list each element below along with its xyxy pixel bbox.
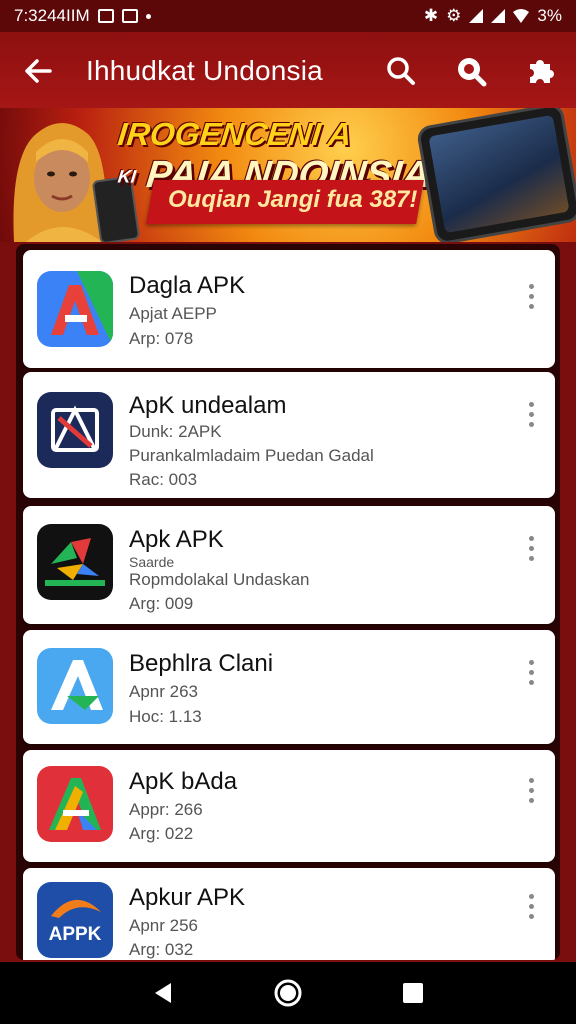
app-meta-line: Arg: 009 bbox=[129, 594, 194, 613]
status-right: ✱ ⚙ 3% bbox=[424, 6, 562, 26]
puzzle-icon bbox=[530, 60, 554, 83]
app-list: Dagla APK Apjat AEPP Arp: 078 ApK undeal… bbox=[16, 244, 560, 960]
alarm-icon: ⚙ bbox=[446, 6, 462, 25]
search-icon bbox=[387, 57, 415, 85]
signal-2-icon bbox=[491, 9, 506, 23]
wifi-icon bbox=[513, 9, 530, 23]
app-name: Apkur APK bbox=[129, 884, 246, 911]
search-filled-icon bbox=[458, 58, 487, 87]
nav-back-button[interactable] bbox=[133, 962, 193, 1024]
app-name: ApK undealam bbox=[129, 392, 287, 419]
banner-headline-prefix: KI bbox=[116, 166, 137, 187]
more-options-icon[interactable] bbox=[517, 528, 545, 568]
list-item[interactable]: APPK Apkur APK Apnr 256 Arg: 032 bbox=[23, 868, 555, 960]
status-left: 7:3244IIM bbox=[14, 6, 151, 26]
banner-phone-screen bbox=[428, 114, 570, 234]
app-icon-black-multicolor bbox=[37, 524, 113, 600]
appk-logo-text: APPK bbox=[49, 924, 102, 945]
app-meta-line: Apnr 263 bbox=[129, 682, 198, 701]
nav-home-icon bbox=[274, 979, 302, 1007]
app-meta-line: Arg: 022 bbox=[129, 824, 194, 843]
more-options-icon[interactable] bbox=[517, 886, 545, 926]
extensions-button[interactable] bbox=[506, 32, 576, 110]
list-item[interactable]: ApK bAda Appr: 266 Arg: 022 bbox=[23, 750, 555, 862]
more-options-icon[interactable] bbox=[517, 652, 545, 692]
banner-headline-1: IROGENCENI A bbox=[116, 116, 354, 152]
list-item[interactable]: Bephlra Clani Apnr 263 Hoc: 1.13 bbox=[23, 630, 555, 744]
app-meta-line: Saarde bbox=[129, 554, 175, 570]
app-name: ApK bAda bbox=[129, 768, 238, 795]
app-name: Bephlra Clani bbox=[129, 650, 274, 677]
more-options-icon[interactable] bbox=[517, 276, 545, 316]
notification-icon bbox=[97, 9, 114, 23]
nav-home-button[interactable] bbox=[258, 962, 318, 1024]
app-icon-lightblue-a bbox=[37, 648, 113, 724]
nav-recents-button[interactable] bbox=[383, 962, 443, 1024]
app-name: Dagla APK bbox=[129, 272, 246, 299]
status-bar: 7:3244IIM ✱ ⚙ 3% bbox=[0, 0, 576, 32]
image-notification-icon bbox=[121, 9, 138, 23]
app-icon-blue-red-a bbox=[37, 271, 113, 347]
app-meta-line: Dunk: 2APK bbox=[129, 422, 222, 441]
signal-icon bbox=[469, 9, 484, 23]
nav-back-icon bbox=[154, 983, 171, 1003]
status-time: 7:3244IIM bbox=[14, 6, 90, 25]
app-meta-line: Appr: 266 bbox=[129, 800, 203, 819]
banner-phone-large bbox=[415, 108, 576, 242]
nav-recents-icon bbox=[403, 983, 424, 1003]
app-icon-red-rainbow-a bbox=[37, 766, 113, 842]
list-item[interactable]: Apk APK Saarde Ropmdolakal Undaskan Arg:… bbox=[23, 506, 555, 624]
page-title: Ihhudkat Undonsia bbox=[86, 55, 323, 86]
search-button[interactable] bbox=[366, 32, 436, 110]
app-name: Apk APK bbox=[129, 526, 224, 553]
app-bar: Ihhudkat Undonsia bbox=[0, 32, 576, 110]
app-meta-line: Arg: 032 bbox=[129, 940, 194, 959]
battery-level: 3% bbox=[537, 6, 562, 25]
app-meta-line: Purankalmladaim Puedan Gadal bbox=[129, 446, 374, 465]
navigation-bar bbox=[0, 962, 576, 1024]
app-icon-navy-frame bbox=[37, 392, 113, 468]
app-meta-line: Arp: 078 bbox=[129, 329, 194, 348]
banner-ribbon-text: Ouqian Jangi fua 387! bbox=[168, 186, 418, 213]
list-item[interactable]: Dagla APK Apjat AEPP Arp: 078 bbox=[23, 250, 555, 368]
bluetooth-icon: ✱ bbox=[423, 6, 439, 25]
app-icon-appk-logo: APPK bbox=[37, 882, 113, 958]
search-filled-button[interactable] bbox=[436, 32, 506, 110]
app-meta-line: Ropmdolakal Undaskan bbox=[129, 570, 310, 589]
more-options-icon[interactable] bbox=[517, 770, 545, 810]
app-meta-line: Rac: 003 bbox=[129, 470, 198, 489]
app-meta-line: Apnr 256 bbox=[129, 916, 198, 935]
app-meta-line: Hoc: 1.13 bbox=[129, 707, 202, 726]
app-meta-line: Apjat AEPP bbox=[129, 304, 217, 323]
more-options-icon[interactable] bbox=[517, 394, 545, 434]
back-arrow-icon bbox=[25, 59, 52, 83]
more-notifications-icon bbox=[145, 13, 151, 19]
list-item[interactable]: ApK undealam Dunk: 2APK Purankalmladaim … bbox=[23, 372, 555, 498]
back-button[interactable] bbox=[0, 32, 76, 110]
